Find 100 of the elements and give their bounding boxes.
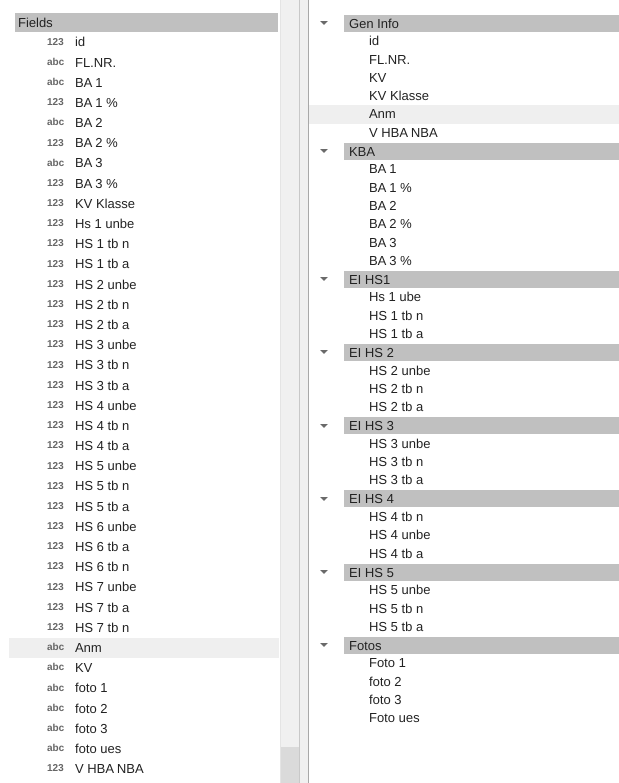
group-field-item[interactable]: HS 1 tb n bbox=[309, 306, 619, 326]
field-item[interactable]: 123 HS 2 unbe bbox=[9, 274, 279, 294]
group-field-item[interactable]: HS 2 unbe bbox=[309, 362, 619, 380]
group-header[interactable]: EI HS 5 bbox=[344, 564, 619, 581]
group-field-item[interactable]: HS 5 unbe bbox=[309, 581, 619, 600]
field-label: FL.NR. bbox=[75, 54, 116, 72]
field-item[interactable]: 123 KV Klasse bbox=[9, 194, 279, 214]
field-item[interactable]: 123 HS 7 tb n bbox=[9, 617, 279, 638]
field-item[interactable]: 123 BA 3 % bbox=[9, 173, 279, 194]
group-header[interactable]: Fotos bbox=[344, 636, 619, 654]
group-field-item[interactable]: HS 5 tb a bbox=[309, 618, 619, 636]
field-item[interactable]: 123 V HBA NBA bbox=[9, 758, 279, 779]
field-item[interactable]: abc foto 2 bbox=[9, 698, 279, 718]
group-field-item[interactable]: BA 3 bbox=[309, 234, 619, 252]
field-item[interactable]: 123 HS 5 tb n bbox=[9, 476, 279, 496]
group-field-item[interactable]: FL.NR. bbox=[309, 50, 619, 69]
group-field-item[interactable]: foto 3 bbox=[309, 690, 619, 710]
field-type-label: 123 bbox=[47, 338, 65, 352]
field-label: HS 7 unbe bbox=[75, 578, 136, 596]
field-type-label: 123 bbox=[47, 96, 65, 110]
group-field-item[interactable]: BA 1 bbox=[309, 160, 619, 179]
group-header[interactable]: KBA bbox=[344, 142, 619, 160]
group-field-item[interactable]: KV Klasse bbox=[309, 87, 619, 106]
field-item[interactable]: abc foto ues bbox=[9, 738, 279, 759]
collapse-arrow-icon[interactable] bbox=[320, 147, 328, 156]
field-label: BA 3 bbox=[75, 154, 102, 172]
field-item[interactable]: 123 HS 6 tb a bbox=[9, 536, 279, 557]
collapse-arrow-icon[interactable] bbox=[320, 19, 328, 28]
field-item[interactable]: 123 HS 5 unbe bbox=[9, 456, 279, 476]
field-type-label: 123 bbox=[47, 520, 65, 534]
group-field-item[interactable]: BA 2 bbox=[309, 196, 619, 216]
field-item[interactable]: 123 HS 1 tb a bbox=[9, 254, 279, 274]
group-field-item[interactable]: KV bbox=[309, 68, 619, 88]
field-item[interactable]: abc BA 1 bbox=[9, 72, 279, 93]
field-item[interactable]: 123 HS 3 tb a bbox=[9, 375, 279, 396]
field-label: KV bbox=[75, 659, 92, 678]
group-header[interactable]: Gen Info bbox=[344, 14, 619, 32]
field-type-label: abc bbox=[47, 722, 66, 736]
group-field-item[interactable]: HS 5 tb n bbox=[309, 600, 619, 618]
collapse-arrow-icon[interactable] bbox=[320, 348, 328, 356]
group-field-item[interactable]: Foto ues bbox=[309, 709, 619, 728]
field-label: HS 5 unbe bbox=[75, 457, 136, 476]
collapse-arrow-icon[interactable] bbox=[320, 568, 328, 576]
field-item[interactable]: 123 BA 2 % bbox=[9, 132, 279, 154]
group-field-item[interactable]: foto 2 bbox=[309, 672, 619, 691]
field-type-label: 123 bbox=[47, 298, 65, 312]
field-item[interactable]: 123 HS 1 tb n bbox=[9, 234, 279, 254]
field-item[interactable]: abc KV bbox=[9, 658, 279, 678]
group-field-item[interactable]: HS 3 tb a bbox=[309, 471, 619, 490]
group-header[interactable]: EI HS1 bbox=[344, 270, 619, 288]
field-item[interactable]: 123 HS 2 tb n bbox=[9, 294, 279, 315]
field-item[interactable]: 123 HS 4 tb a bbox=[9, 436, 279, 456]
collapse-arrow-icon[interactable] bbox=[320, 494, 328, 503]
collapse-arrow-icon[interactable] bbox=[320, 641, 328, 650]
group-field-item[interactable]: BA 3 % bbox=[309, 252, 619, 270]
field-item[interactable]: 123 HS 4 unbe bbox=[9, 395, 279, 416]
field-type-label: abc bbox=[47, 661, 66, 676]
field-label: BA 2 % bbox=[75, 134, 118, 152]
group-field-item[interactable]: Foto 1 bbox=[309, 654, 619, 673]
field-item[interactable]: 123 BA 1 % bbox=[9, 92, 279, 113]
group-field-item[interactable]: HS 4 tb a bbox=[309, 544, 619, 563]
field-item[interactable]: 123 HS 5 tb a bbox=[9, 496, 279, 516]
group-field-item[interactable]: HS 1 tb a bbox=[309, 325, 619, 344]
group-field-item[interactable]: Anm bbox=[309, 105, 619, 124]
scrollbar-thumb[interactable] bbox=[281, 747, 299, 783]
field-item[interactable]: abc foto 1 bbox=[9, 678, 279, 698]
field-item[interactable]: 123 HS 6 tb n bbox=[9, 556, 279, 578]
field-item[interactable]: 123 HS 3 unbe bbox=[9, 334, 279, 355]
group-field-item[interactable]: HS 2 tb n bbox=[309, 380, 619, 398]
group-field-item[interactable]: HS 3 tb n bbox=[309, 453, 619, 472]
field-item[interactable]: 123 id bbox=[9, 32, 279, 52]
group-header[interactable]: EI HS 2 bbox=[344, 344, 619, 361]
field-item[interactable]: abc BA 2 bbox=[9, 112, 279, 133]
group-field-item[interactable]: V HBA NBA bbox=[309, 124, 619, 142]
field-item[interactable]: 123 HS 2 tb a bbox=[9, 314, 279, 335]
field-item[interactable]: 123 HS 6 unbe bbox=[9, 516, 279, 537]
group-field-item[interactable]: BA 2 % bbox=[309, 215, 619, 234]
field-item[interactable]: 123 Hs 1 unbe bbox=[9, 214, 279, 234]
field-item[interactable]: abc BA 3 bbox=[9, 153, 279, 174]
group-field-item[interactable]: HS 4 tb n bbox=[309, 508, 619, 526]
group-field-item[interactable]: HS 2 tb a bbox=[309, 398, 619, 417]
group-header[interactable]: EI HS 3 bbox=[344, 417, 619, 434]
field-type-label: abc bbox=[47, 116, 66, 130]
group-header[interactable]: EI HS 4 bbox=[344, 490, 619, 508]
field-item[interactable]: abc Anm bbox=[9, 638, 279, 658]
group-field-item[interactable]: HS 4 unbe bbox=[309, 526, 619, 545]
group-field-item[interactable]: BA 1 % bbox=[309, 178, 619, 197]
field-item[interactable]: 123 HS 7 unbe bbox=[9, 577, 279, 598]
collapse-arrow-icon[interactable] bbox=[320, 275, 328, 284]
collapse-arrow-icon[interactable] bbox=[320, 422, 328, 430]
field-item[interactable]: 123 HS 4 tb n bbox=[9, 416, 279, 436]
field-item[interactable]: abc foto 3 bbox=[9, 718, 279, 739]
group-field-item[interactable]: id bbox=[309, 32, 619, 51]
group-field-item[interactable]: HS 3 unbe bbox=[309, 434, 619, 454]
scrollbar-track[interactable] bbox=[280, 0, 299, 783]
field-item[interactable]: abc FL.NR. bbox=[9, 52, 279, 72]
group-field-item[interactable]: Hs 1 ube bbox=[309, 288, 619, 307]
field-type-label: 123 bbox=[47, 136, 65, 151]
field-item[interactable]: 123 HS 3 tb n bbox=[9, 355, 279, 376]
field-item[interactable]: 123 HS 7 tb a bbox=[9, 597, 279, 618]
